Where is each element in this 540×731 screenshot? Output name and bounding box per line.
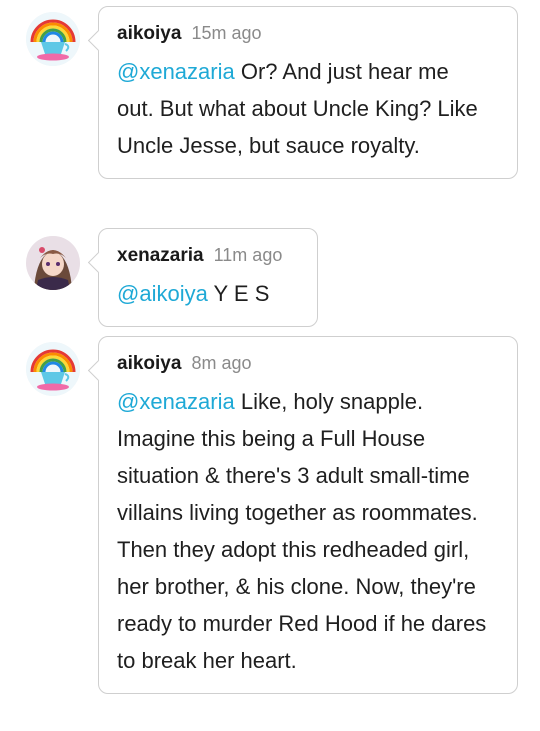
comment-bubble: aikoiya 15m ago @xenazaria Or? And just … [98, 6, 518, 179]
anime-character-avatar[interactable] [26, 236, 80, 290]
mention-link[interactable]: @aikoiya [117, 281, 208, 306]
username-link[interactable]: aikoiya [117, 23, 181, 45]
rainbow-teacup-avatar[interactable] [26, 12, 80, 66]
comment-body: Like, holy snapple. Imagine this being a… [117, 389, 487, 673]
mention-link[interactable]: @xenazaria [117, 59, 235, 84]
comment-bubble: xenazaria 11m ago @aikoiya Y E S [98, 228, 318, 327]
comment-meta: aikoiya 15m ago [117, 23, 499, 45]
timestamp: 15m ago [191, 23, 262, 43]
comment-text: @xenazaria Or? And just hear me out. But… [117, 53, 487, 164]
comment-meta: aikoiya 8m ago [117, 353, 499, 375]
comment-text: @aikoiya Y E S [117, 275, 299, 312]
comment-meta: xenazaria 11m ago [117, 245, 299, 267]
timestamp: 11m ago [213, 245, 283, 265]
anime-character-icon [26, 236, 80, 290]
comment-text: @xenazaria Like, holy snapple. Imagine t… [117, 383, 497, 679]
comment-body: Y E S [207, 281, 270, 306]
rainbow-teacup-avatar[interactable] [26, 342, 80, 396]
username-link[interactable]: xenazaria [117, 245, 204, 267]
rainbow-teacup-icon [26, 12, 80, 66]
username-link[interactable]: aikoiya [117, 353, 181, 375]
comment-bubble: aikoiya 8m ago @xenazaria Like, holy sna… [98, 336, 518, 694]
timestamp: 8m ago [191, 353, 252, 373]
rainbow-teacup-icon [26, 342, 80, 396]
mention-link[interactable]: @xenazaria [117, 389, 235, 414]
